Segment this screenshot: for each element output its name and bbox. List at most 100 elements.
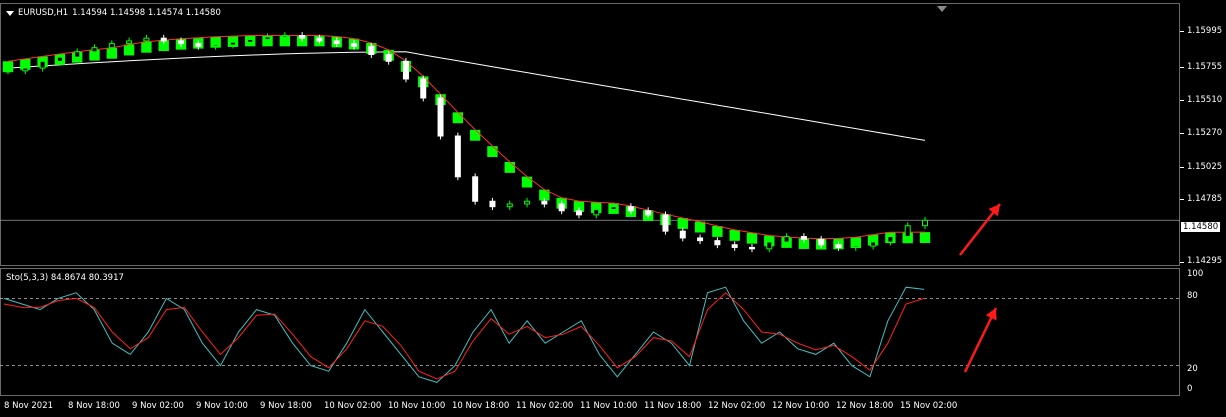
candle-body	[593, 208, 600, 216]
price-tick	[1180, 167, 1184, 168]
price-label: 1.14785	[1187, 194, 1223, 204]
time-label: 10 Nov 18:00	[452, 401, 510, 411]
time-label: 15 Nov 02:00	[900, 401, 958, 411]
candle-body	[870, 241, 877, 247]
candle-body	[697, 237, 704, 242]
price-label: 1.15025	[1187, 162, 1223, 172]
candle-body	[731, 244, 738, 248]
candle-body	[541, 200, 548, 205]
time-label: 10 Nov 10:00	[388, 401, 446, 411]
candle-body	[281, 34, 288, 38]
osc-level-label: 80	[1187, 291, 1198, 301]
time-label: 11 Nov 18:00	[644, 401, 702, 411]
price-tick	[1180, 67, 1184, 68]
slow-ma-line	[7, 51, 926, 141]
time-label: 11 Nov 02:00	[516, 401, 574, 411]
candle-body	[714, 240, 721, 246]
candle-body	[524, 200, 531, 205]
candle-body	[108, 43, 115, 49]
stochastic-label: Sto(5,3,3) 84.8674 80.3917	[6, 273, 124, 283]
candle-body	[74, 51, 81, 58]
stochastic-axis[interactable]: 100 80 20 0	[1180, 268, 1226, 396]
candle-body	[247, 39, 254, 43]
stoch-main-line	[3, 286, 925, 383]
candle-body	[627, 206, 634, 212]
candle-body	[835, 244, 842, 248]
candle-body	[316, 37, 323, 42]
time-label: 11 Nov 10:00	[580, 401, 638, 411]
candle-body	[229, 41, 236, 46]
candle-body	[56, 56, 63, 62]
candle-body	[662, 214, 669, 232]
candle-body	[922, 219, 928, 227]
candle-body	[22, 67, 29, 72]
candle-body	[679, 230, 686, 239]
candle-body	[5, 70, 11, 73]
candle-body	[472, 176, 479, 202]
time-label: 10 Nov 02:00	[324, 401, 382, 411]
osc-level-label: 0	[1187, 384, 1193, 394]
time-label: 12 Nov 02:00	[708, 401, 766, 411]
time-label: 9 Nov 10:00	[196, 401, 248, 411]
price-tick	[1180, 199, 1184, 200]
price-label: 1.15510	[1187, 95, 1223, 105]
candle-body	[264, 36, 271, 41]
ohlc-values: 1.14594 1.14598 1.14574 1.14580	[72, 8, 221, 18]
price-label: 1.15270	[1187, 128, 1223, 138]
price-axis[interactable]: 1.15995 1.15755 1.15510 1.15270 1.15025 …	[1180, 3, 1226, 266]
price-label: 1.15755	[1187, 62, 1223, 72]
chart-menu-triangle-icon[interactable]	[6, 10, 14, 16]
candle-body	[610, 206, 617, 210]
candle-body	[160, 37, 167, 42]
candle-body	[333, 40, 340, 45]
time-label: 12 Nov 18:00	[836, 401, 894, 411]
candle-body	[783, 236, 790, 243]
candle-body	[575, 210, 582, 216]
candle-body	[39, 60, 46, 69]
osc-level-label: 20	[1187, 364, 1198, 374]
symbol-label: EURUSD,H1	[18, 8, 69, 18]
time-label: 9 Nov 18:00	[260, 401, 312, 411]
candle-body	[368, 45, 375, 55]
chart-header: EURUSD,H1 1.14594 1.14598 1.14574 1.1458…	[6, 8, 221, 18]
price-tick	[1180, 100, 1184, 101]
ma-band-upper-edge	[7, 35, 926, 240]
price-tick	[1180, 262, 1184, 263]
candle-body	[385, 53, 392, 62]
time-axis[interactable]: 8 Nov 2021 8 Nov 18:00 9 Nov 02:00 9 Nov…	[0, 396, 1180, 417]
candle-body	[489, 200, 496, 208]
time-label: 8 Nov 2021	[4, 401, 54, 411]
price-label: 1.14295	[1187, 256, 1223, 266]
candle-body	[766, 241, 773, 250]
candle-body	[402, 60, 409, 80]
candle-body	[212, 44, 219, 47]
candle-body	[852, 245, 859, 248]
candle-body	[904, 225, 911, 238]
candle-body	[420, 78, 427, 99]
candle-body	[91, 47, 98, 53]
time-label: 12 Nov 10:00	[772, 401, 830, 411]
price-label: 1.15995	[1187, 26, 1223, 36]
candle-body	[506, 203, 513, 208]
candle-body	[195, 43, 202, 47]
candle-body	[887, 236, 894, 243]
candle-body	[645, 210, 652, 216]
stoch-signal-line	[3, 292, 925, 380]
chart-shift-marker-icon[interactable]	[937, 6, 947, 12]
candle-body	[800, 236, 807, 240]
osc-level-label: 100	[1187, 269, 1204, 279]
candle-body	[748, 246, 755, 250]
price-tick	[1180, 133, 1184, 134]
time-label: 8 Nov 18:00	[68, 401, 120, 411]
time-label: 9 Nov 02:00	[132, 401, 184, 411]
current-price-marker: 1.14580	[1181, 222, 1221, 232]
candle-body	[178, 40, 185, 45]
candle-body	[454, 135, 461, 178]
candle-body	[126, 40, 133, 45]
price-tick	[1180, 31, 1184, 32]
candle-body	[558, 203, 565, 212]
price-chart-canvas[interactable]	[0, 0, 1226, 417]
candle-body	[299, 34, 306, 39]
candle-body	[351, 43, 358, 47]
candle-body	[818, 238, 825, 246]
